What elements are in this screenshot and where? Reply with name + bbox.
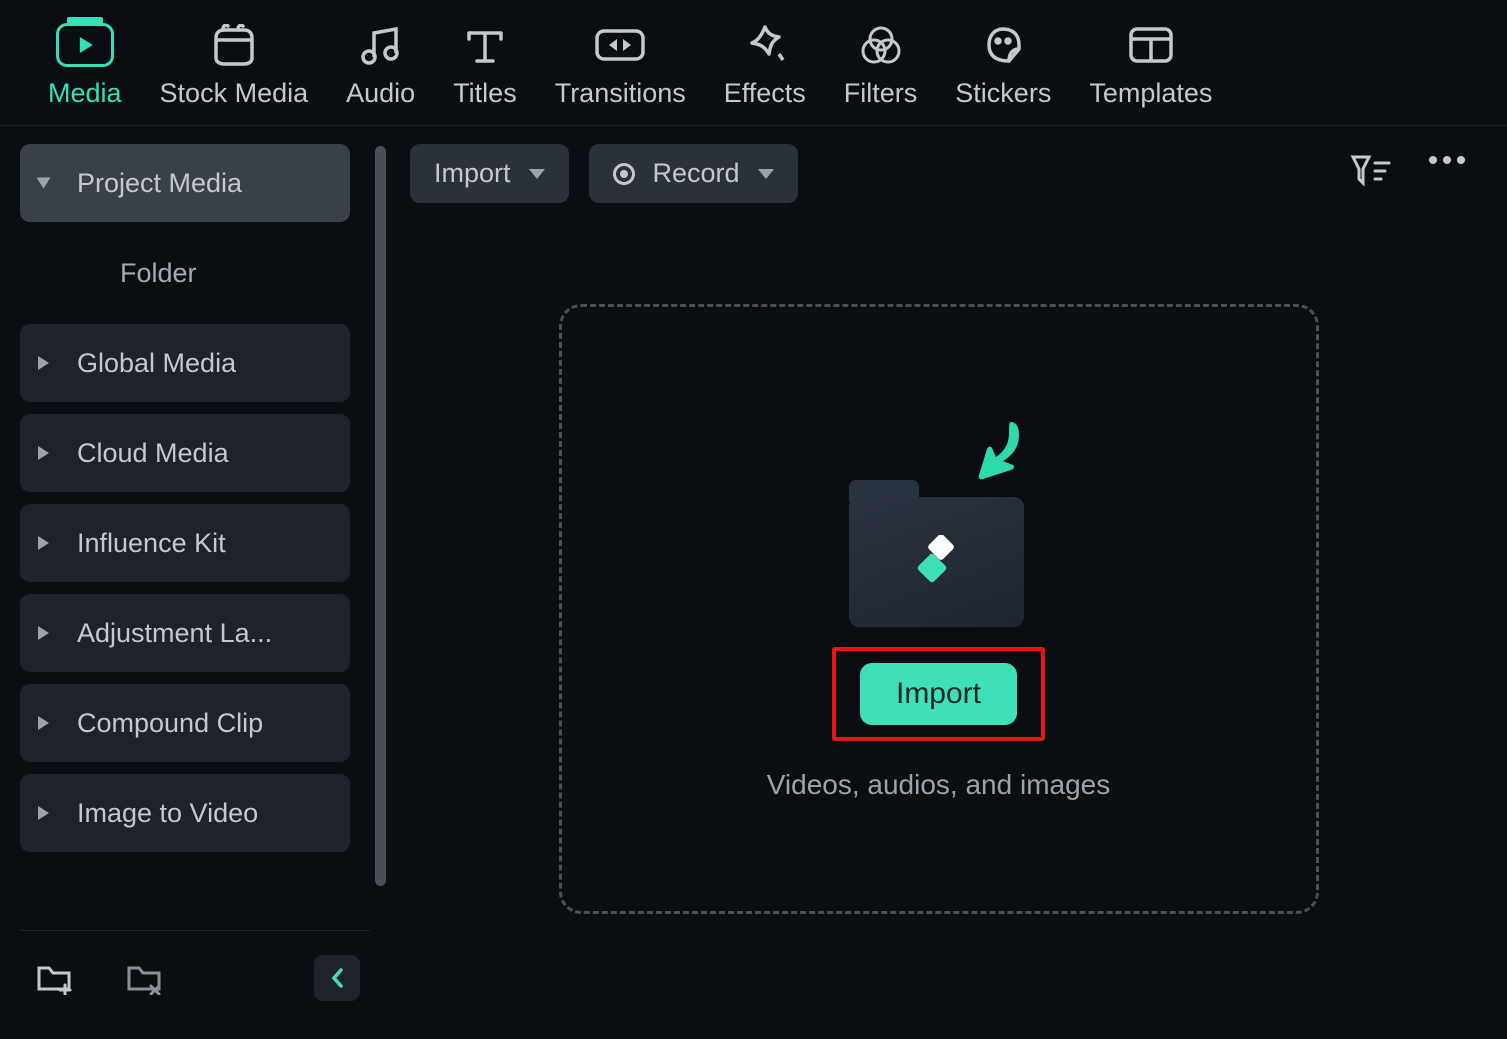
media-icon <box>55 22 115 68</box>
sidebar-item-folder[interactable]: Folder <box>20 234 350 312</box>
sidebar-item-adjustment-layer[interactable]: Adjustment La... <box>20 594 350 672</box>
nav-label: Effects <box>724 78 806 109</box>
chevron-right-icon <box>38 626 49 640</box>
sidebar-item-label: Image to Video <box>77 798 258 829</box>
sidebar-item-influence-kit[interactable]: Influence Kit <box>20 504 350 582</box>
import-button-label: Import <box>896 677 981 710</box>
import-button-highlight: Import <box>832 647 1045 741</box>
chevron-right-icon <box>38 536 49 550</box>
record-dropdown[interactable]: Record <box>589 144 798 203</box>
sidebar-item-compound-clip[interactable]: Compound Clip <box>20 684 350 762</box>
main-panel: Import Record <box>390 126 1507 1035</box>
sidebar-scrollbar[interactable] <box>375 146 386 886</box>
sidebar-item-label: Compound Clip <box>77 708 263 739</box>
chevron-down-icon <box>758 169 774 179</box>
audio-icon <box>351 22 411 68</box>
nav-media[interactable]: Media <box>48 22 122 109</box>
nav-stickers[interactable]: Stickers <box>955 22 1051 109</box>
main-layout: Project Media Folder Global Media Cloud … <box>0 126 1507 1035</box>
sidebar-item-global-media[interactable]: Global Media <box>20 324 350 402</box>
titles-icon <box>455 22 515 68</box>
record-icon <box>613 163 635 185</box>
sidebar-item-cloud-media[interactable]: Cloud Media <box>20 414 350 492</box>
sidebar-item-label: Global Media <box>77 348 236 379</box>
transitions-icon <box>590 22 650 68</box>
more-options-button[interactable] <box>1427 153 1467 194</box>
sidebar-item-label: Folder <box>120 258 197 289</box>
sidebar-item-project-media[interactable]: Project Media <box>20 144 350 222</box>
sidebar-item-label: Adjustment La... <box>77 618 272 649</box>
nav-label: Stickers <box>955 78 1051 109</box>
nav-label: Titles <box>453 78 517 109</box>
sidebar-item-label: Influence Kit <box>77 528 226 559</box>
nav-label: Templates <box>1089 78 1212 109</box>
sidebar-item-label: Project Media <box>77 168 242 199</box>
collapse-sidebar-button[interactable] <box>314 955 360 1001</box>
sidebar: Project Media Folder Global Media Cloud … <box>0 126 390 1035</box>
filters-icon <box>851 22 911 68</box>
sidebar-item-image-to-video[interactable]: Image to Video <box>20 774 350 852</box>
chevron-down-icon <box>529 169 545 179</box>
chevron-right-icon <box>38 446 49 460</box>
filmora-logo-icon <box>913 535 963 585</box>
new-folder-button[interactable] <box>30 958 80 998</box>
nav-label: Media <box>48 78 122 109</box>
stock-media-icon <box>204 22 264 68</box>
chevron-right-icon <box>38 806 49 820</box>
effects-icon <box>735 22 795 68</box>
toolbar: Import Record <box>410 144 1467 203</box>
nav-filters[interactable]: Filters <box>844 22 918 109</box>
nav-transitions[interactable]: Transitions <box>555 22 686 109</box>
nav-audio[interactable]: Audio <box>346 22 415 109</box>
chevron-down-icon <box>37 178 51 189</box>
dropzone-caption: Videos, audios, and images <box>767 769 1111 801</box>
import-dropdown[interactable]: Import <box>410 144 569 203</box>
remove-folder-button[interactable] <box>120 958 170 998</box>
nav-effects[interactable]: Effects <box>724 22 806 109</box>
record-dropdown-label: Record <box>653 158 740 189</box>
chevron-right-icon <box>38 716 49 730</box>
import-folder-graphic <box>839 417 1039 627</box>
nav-stock-media[interactable]: Stock Media <box>160 22 309 109</box>
top-nav: Media Stock Media Audio Titles <box>0 0 1507 126</box>
nav-label: Stock Media <box>160 78 309 109</box>
templates-icon <box>1121 22 1181 68</box>
nav-templates[interactable]: Templates <box>1089 22 1212 109</box>
stickers-icon <box>973 22 1033 68</box>
sidebar-footer <box>20 930 370 1025</box>
import-button[interactable]: Import <box>860 663 1017 725</box>
nav-titles[interactable]: Titles <box>453 22 517 109</box>
chevron-right-icon <box>38 356 49 370</box>
nav-label: Transitions <box>555 78 686 109</box>
download-arrow-icon <box>961 417 1031 497</box>
sidebar-item-label: Cloud Media <box>77 438 229 469</box>
nav-label: Filters <box>844 78 918 109</box>
import-dropdown-label: Import <box>434 158 511 189</box>
nav-label: Audio <box>346 78 415 109</box>
import-dropzone[interactable]: Import Videos, audios, and images <box>559 304 1319 914</box>
filter-sort-button[interactable] <box>1349 153 1391 194</box>
